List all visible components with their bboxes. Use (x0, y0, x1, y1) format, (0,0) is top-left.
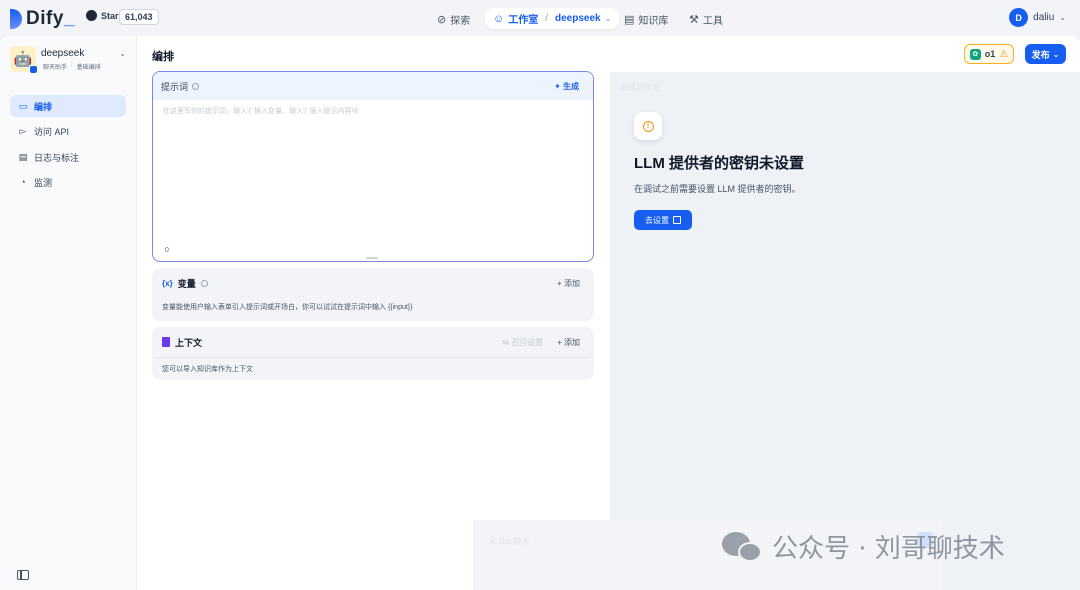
app-name: deepseek (41, 48, 85, 59)
prompt-label: 提示词 (161, 81, 189, 92)
tools-icon: ⚒ (689, 14, 699, 26)
github-icon (86, 10, 97, 21)
sidebar-item-orchestrate[interactable]: ▭ 编排 (10, 95, 126, 117)
debug-preview-panel: 调试与预览 ! LLM 提供者的密钥未设置 在调试之前需要设置 LLM 提供者的… (610, 72, 1080, 590)
app-type: 聊天助手 (43, 65, 68, 71)
warning-icon: ! (642, 120, 654, 132)
publish-button[interactable]: 发布 ⌄ (1025, 44, 1066, 64)
sparkle-icon: ✦ (554, 81, 561, 91)
sidebar-item-monitor[interactable]: ◔ 监测 (10, 171, 126, 193)
context-description: 您可以导入知识库作为上下文 (156, 357, 590, 380)
avatar: D (1009, 8, 1029, 27)
prompt-editor: 提示词 ✦ 生成 在这里写你的提示词，输入'{' 插入变量、输入'/' 插入提示… (152, 71, 594, 262)
add-label: 添加 (564, 337, 580, 347)
github-star-count[interactable]: 61,043 (119, 9, 159, 25)
generate-label: 生成 (563, 81, 579, 91)
help-icon[interactable] (200, 279, 208, 287)
openai-icon: ✿ (969, 48, 981, 60)
user-menu[interactable]: D daliu ⌄ (1009, 8, 1066, 27)
nav-studio[interactable]: ☺ 工作室 / deepseek ⌄ (485, 8, 620, 29)
github-star-label: Star (101, 10, 119, 21)
variable-icon: {x} (162, 278, 173, 288)
chevron-down-icon: ⌄ (604, 14, 612, 23)
add-context-button[interactable]: + 添加 (557, 337, 580, 348)
warning-icon-box: ! (634, 112, 662, 140)
nav-knowledge[interactable]: ▤ 知识库 (624, 12, 668, 27)
add-label: 添加 (564, 278, 580, 288)
sidebar-collapse-icon[interactable] (17, 570, 29, 580)
dashboard-icon: ◔ (20, 177, 26, 187)
char-count: 0 (165, 247, 169, 254)
sidebar-item-label: 访问 API (34, 126, 70, 137)
model-selector-button[interactable]: ✿ o1 ⚠ (964, 44, 1014, 64)
top-bar: Dify_ Star 61,043 ⊘ 探索 ☺ 工作室 / deepseek … (0, 0, 1080, 36)
provider-key-warning-title: LLM 提供者的密钥未设置 (634, 155, 804, 172)
publish-label: 发布 (1031, 49, 1050, 60)
terminal-icon: ▻ (19, 125, 27, 136)
context-title: 上下文 (175, 337, 203, 348)
watermark: 公众号 · 刘哥聊技术 (722, 528, 1005, 565)
recall-label: 召回设置 (511, 337, 544, 347)
recall-settings-button[interactable]: ⇆ 召回设置 (502, 337, 543, 348)
app-avatar: 🤖 (10, 46, 38, 74)
generate-button[interactable]: ✦ 生成 (554, 81, 579, 92)
app-type-badge (29, 65, 38, 74)
resize-handle[interactable] (366, 257, 378, 259)
book-icon: ▤ (624, 14, 635, 26)
sidebar-item-api[interactable]: ▻ 访问 API (10, 120, 126, 142)
sidebar-item-label: 监测 (34, 177, 53, 188)
variables-description: 变量能使用户输入表单引入提示词或开场白，你可以试试在提示词中输入 {{input… (162, 304, 413, 311)
page-title: 编排 (152, 51, 174, 63)
go-setup-button[interactable]: 去设置 (634, 210, 692, 230)
nav-studio-label: 工作室 (508, 15, 539, 26)
nav-explore[interactable]: ⊘ 探索 (437, 12, 470, 27)
logo-text: Dify (26, 8, 64, 29)
github-star-button[interactable]: Star (86, 10, 119, 21)
chevron-down-icon: ⌄ (1052, 49, 1060, 59)
layout-icon: ▭ (18, 100, 28, 111)
wechat-icon (722, 530, 764, 564)
dify-logo[interactable]: Dify_ (10, 8, 75, 30)
document-icon (162, 337, 170, 347)
watermark-text: 公众号 · 刘哥聊技术 (772, 534, 1005, 564)
dify-logo-icon (10, 9, 22, 29)
prompt-input[interactable]: 在这里写你的提示词，输入'{' 插入变量、输入'/' 插入提示内容块 (153, 100, 593, 122)
help-icon[interactable] (192, 82, 200, 90)
file-list-icon: ▤ (18, 151, 28, 162)
nav-tools-label: 工具 (702, 16, 723, 27)
current-app-selector[interactable]: deepseek (555, 13, 601, 24)
sidebar-item-logs[interactable]: ▤ 日志与标注 (10, 146, 126, 168)
compass-icon: ⊘ (437, 14, 447, 26)
variables-title: 变量 (177, 278, 196, 289)
robot-icon: ☺ (493, 12, 505, 25)
setup-label: 去设置 (645, 215, 669, 225)
debug-panel-title: 调试与预览 (620, 83, 660, 92)
variables-panel: {x} 变量 + 添加 变量能使用户输入表单引入提示词或开场白，你可以试试在提示… (152, 268, 594, 321)
app-switcher[interactable]: 🤖 deepseek ⌄ 聊天助手 | 基础编排 (10, 46, 128, 76)
provider-key-warning-desc: 在调试之前需要设置 LLM 提供者的密钥。 (634, 184, 801, 194)
nav-explore-label: 探索 (450, 16, 471, 27)
nav-tools[interactable]: ⚒ 工具 (689, 12, 723, 27)
external-link-icon (673, 216, 681, 224)
chevron-down-icon: ⌄ (1059, 13, 1066, 22)
nav-knowledge-label: 知识库 (638, 16, 669, 27)
chevron-down-icon: ⌄ (119, 49, 126, 58)
warning-icon: ⚠ (999, 48, 1009, 60)
model-label: o1 (984, 49, 996, 59)
user-name: daliu (1033, 12, 1055, 23)
sidebar: 🤖 deepseek ⌄ 聊天助手 | 基础编排 ▭ 编排 ▻ 访问 API ▤… (0, 36, 137, 590)
main-panel: 编排 ✿ o1 ⚠ 发布 ⌄ 提示词 ✦ 生成 在这里写你的提示词，输入'{' … (137, 36, 1080, 590)
context-panel: 上下文 ⇆ 召回设置 + 添加 您可以导入知识库作为上下文 (152, 327, 594, 380)
prompt-header: 提示词 ✦ 生成 (153, 72, 593, 100)
chat-input[interactable]: 和 Bot 聊天 (489, 536, 529, 547)
sidebar-item-label: 编排 (34, 101, 53, 112)
add-variable-button[interactable]: + 添加 (557, 278, 580, 289)
sidebar-item-label: 日志与标注 (34, 152, 80, 163)
app-mode: 基础编排 (76, 65, 101, 71)
